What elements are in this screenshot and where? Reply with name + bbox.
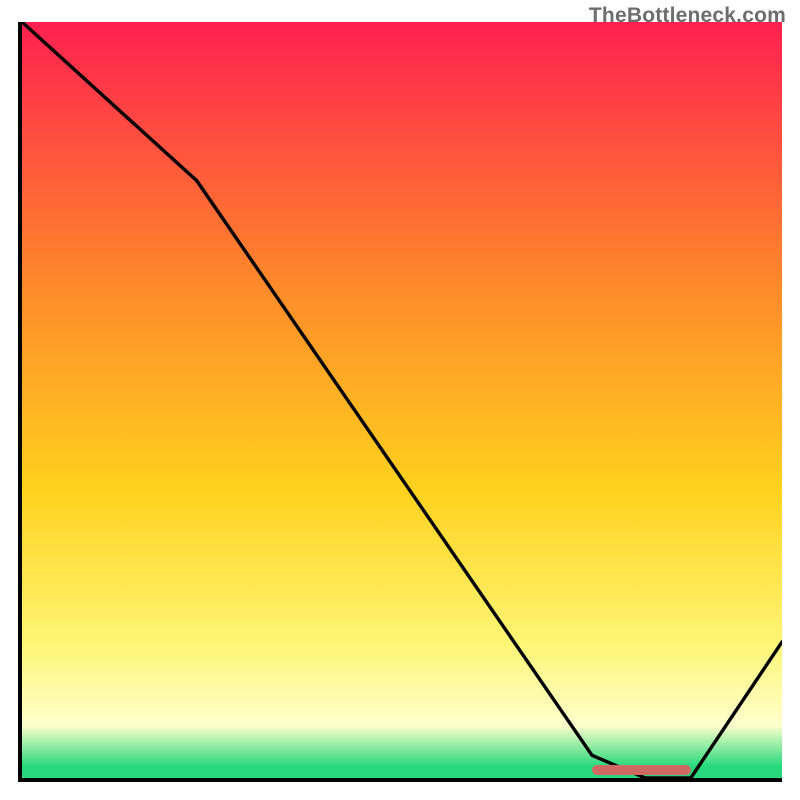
optimal-range-marker: [592, 765, 691, 775]
plot-area: [18, 22, 782, 782]
gradient-background: [22, 22, 782, 778]
chart-container: TheBottleneck.com: [0, 0, 800, 800]
